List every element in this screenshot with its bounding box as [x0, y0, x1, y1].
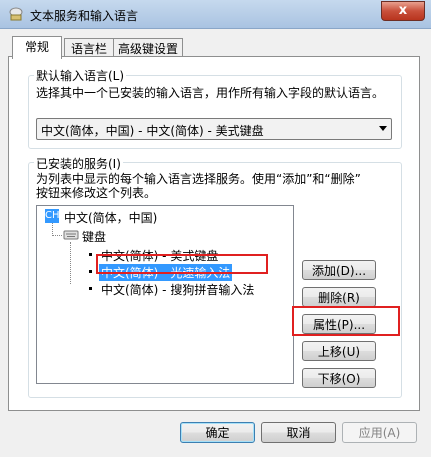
ok-button[interactable]: 确定 [180, 422, 255, 443]
tree-item-sogou[interactable]: 中文(简体) - 搜狗拼音输入法 [37, 280, 287, 297]
remove-button[interactable]: 删除(R) [302, 287, 376, 307]
cancel-button[interactable]: 取消 [261, 422, 336, 443]
highlight-properties-button [292, 306, 400, 336]
default-language-selected: 中文(简体，中国) - 中文(简体) - 美式键盘 [41, 124, 264, 138]
tree-keyboard-row[interactable]: 键盘 [37, 227, 287, 244]
keyboard-icon [63, 230, 79, 240]
bullet-icon [89, 253, 92, 256]
add-button[interactable]: 添加(D)... [302, 260, 376, 280]
default-language-dropdown[interactable]: 中文(简体，中国) - 中文(简体) - 美式键盘 [36, 118, 392, 140]
tree-item-label: 中文(简体) - 搜狗拼音输入法 [101, 283, 255, 297]
tree-language-label: 中文(简体，中国) [64, 211, 158, 225]
move-down-button[interactable]: 下移(O) [302, 368, 376, 388]
bullet-icon [89, 287, 92, 290]
keyboard-globe-icon [9, 7, 23, 21]
installed-services-description-line2: 按钮来修改这个列表。 [36, 186, 157, 200]
default-language-group-label: 默认输入语言(L) [34, 67, 127, 84]
tree-keyboard-label: 键盘 [82, 230, 107, 244]
default-language-description: 选择其中一个已安装的输入语言，用作所有输入字段的默认语言。 [36, 86, 385, 100]
chevron-down-icon[interactable] [379, 126, 387, 131]
highlight-selected-item [96, 254, 268, 274]
services-tree[interactable]: CH 中文(简体，中国) 键盘 中文(简体) - 美式键盘 中文(简体) - 光… [36, 205, 294, 384]
language-badge: CH [45, 209, 60, 223]
title-bar: 文本服务和输入语言 x [0, 0, 431, 29]
bullet-icon [89, 270, 92, 273]
tree-language-row[interactable]: CH 中文(简体，中国) [37, 208, 287, 225]
window-title: 文本服务和输入语言 [30, 9, 139, 23]
close-button[interactable]: x [381, 1, 425, 21]
move-up-button[interactable]: 上移(U) [302, 341, 376, 361]
apply-button[interactable]: 应用(A) [342, 422, 417, 443]
tab-general[interactable]: 常规 [12, 36, 62, 59]
